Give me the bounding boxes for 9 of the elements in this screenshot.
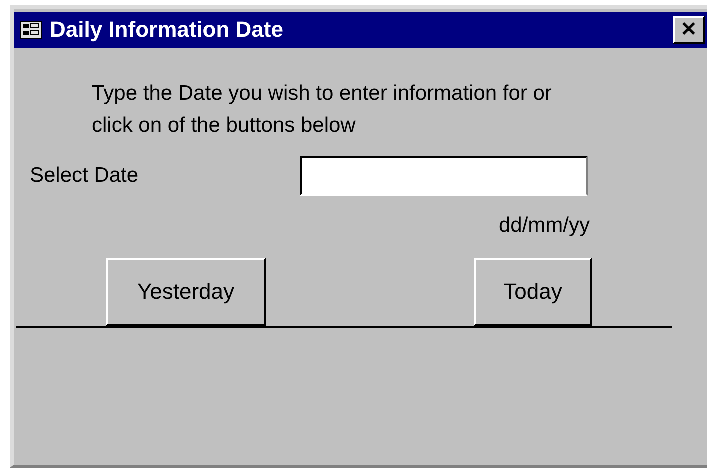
date-button[interactable]: Today <box>474 258 592 326</box>
field-label: Select Date <box>30 163 140 190</box>
date-button[interactable]: Yesterday <box>106 258 266 326</box>
date-field[interactable] <box>300 156 588 196</box>
form-icon <box>20 21 42 39</box>
instruction-text: Type the Date you wish to enter information for or click on of the buttons below <box>92 81 553 139</box>
window-title: Daily Information Date <box>50 19 284 41</box>
date-format-hint: dd/mm/yy <box>498 213 590 239</box>
close-button[interactable]: ✕ <box>673 16 705 44</box>
